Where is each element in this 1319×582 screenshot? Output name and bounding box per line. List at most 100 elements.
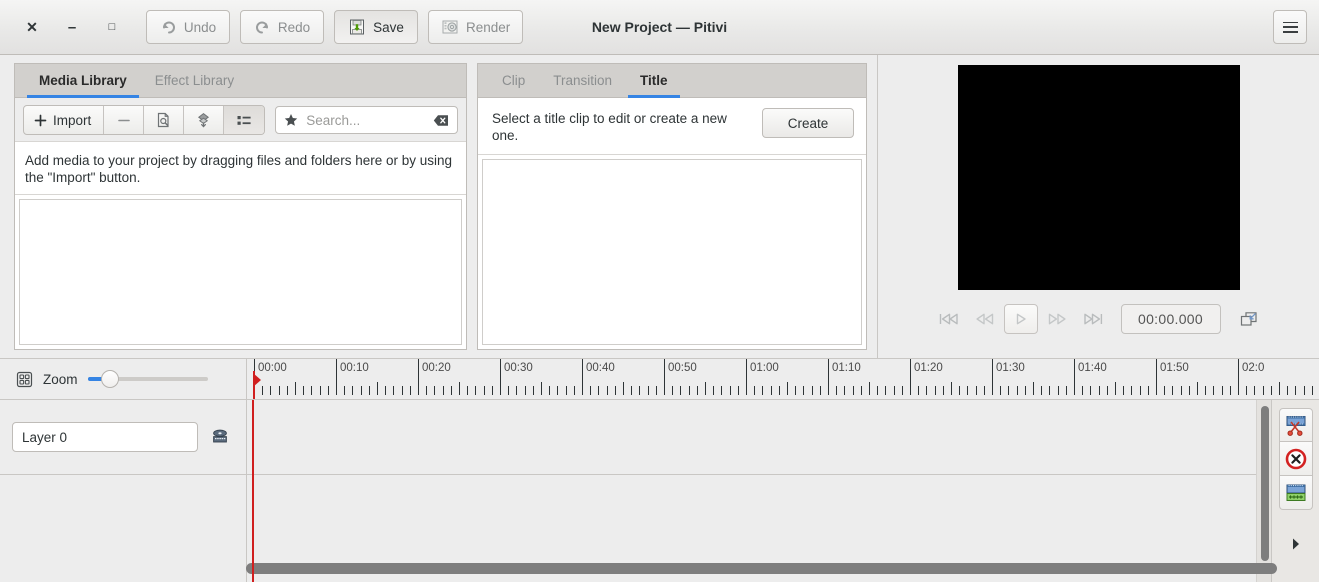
ruler-tick-label: 00:40 <box>586 362 615 374</box>
redo-button[interactable]: Redo <box>240 10 324 44</box>
window-minimize-button[interactable]: – <box>52 12 92 42</box>
play-button[interactable] <box>1003 304 1038 334</box>
rewind-button[interactable] <box>968 304 1002 334</box>
ruler-minor-tick <box>860 386 862 395</box>
render-button[interactable]: Render <box>428 10 524 44</box>
ruler-minor-tick <box>614 386 616 395</box>
timeline-horizontal-scrollbar[interactable] <box>246 563 1277 574</box>
group-icon <box>1284 482 1308 504</box>
ruler-minor-tick <box>549 386 551 395</box>
ruler-tick-label: 01:20 <box>914 362 943 374</box>
view-mode-button[interactable] <box>224 106 265 134</box>
undock-viewer-button[interactable] <box>1232 304 1266 334</box>
viewer-screen[interactable] <box>957 65 1240 290</box>
ruler-minor-tick <box>459 382 460 395</box>
search-box[interactable]: Search... <box>275 106 458 134</box>
ruler-major-tick <box>828 359 829 395</box>
ruler-tick-label: 00:20 <box>422 362 451 374</box>
tab-transition[interactable]: Transition <box>539 64 626 97</box>
skip-to-start-icon <box>938 312 960 326</box>
skip-to-end-button[interactable] <box>1076 304 1110 334</box>
fast-forward-button[interactable] <box>1040 304 1074 334</box>
tab-title[interactable]: Title <box>626 64 682 98</box>
ruler-minor-tick <box>1016 386 1018 395</box>
timeline-toolbar-row: Zoom 00:00 00:10 00:20 00:30 00:40 00:50 01:00… <box>0 359 1319 399</box>
save-button[interactable]: Save <box>334 10 418 44</box>
ruler-minor-tick <box>516 386 518 395</box>
close-icon: ✕ <box>26 19 38 35</box>
ruler-minor-tick <box>295 382 296 395</box>
import-button[interactable]: Import <box>24 106 105 134</box>
layer-name-input[interactable]: Layer 0 <box>12 422 198 452</box>
timeline-body: Layer 0 <box>0 399 1319 582</box>
ruler-tick-label: 01:00 <box>750 362 779 374</box>
media-library-drop-area[interactable] <box>19 199 462 345</box>
insert-at-end-button[interactable] <box>184 106 225 134</box>
title-editor-header: Select a title clip to edit or create a … <box>478 98 866 155</box>
ruler-minor-tick <box>1147 386 1149 395</box>
ruler-minor-tick <box>491 386 493 395</box>
zoom-slider[interactable] <box>87 370 208 388</box>
ruler-minor-tick <box>508 386 510 395</box>
skip-to-start-button[interactable] <box>932 304 966 334</box>
ruler-major-tick <box>1238 359 1239 395</box>
search-input[interactable]: Search... <box>306 113 425 128</box>
ruler-major-tick <box>1074 359 1075 395</box>
playhead[interactable] <box>252 400 254 582</box>
ruler-minor-tick <box>450 386 452 395</box>
ruler-minor-tick <box>975 386 977 395</box>
ruler-minor-tick <box>532 386 534 395</box>
ruler-minor-tick <box>590 386 592 395</box>
ruler-minor-tick <box>1082 386 1084 395</box>
tab-clip-label: Clip <box>502 73 526 88</box>
clip-properties-button[interactable] <box>144 106 185 134</box>
title-editor-area[interactable] <box>482 159 862 345</box>
timeline-vertical-scrollbar[interactable] <box>1256 400 1271 582</box>
playhead-handle[interactable] <box>253 373 261 387</box>
viewer-timecode[interactable]: 00:00.000 <box>1120 304 1221 334</box>
timeline-expander-button[interactable] <box>1289 536 1303 552</box>
star-icon <box>284 113 298 127</box>
ruler-minor-tick <box>319 386 321 395</box>
ruler-minor-tick <box>1287 386 1289 395</box>
ruler-minor-tick <box>1279 382 1280 395</box>
split-clip-button[interactable] <box>1278 408 1313 442</box>
group-clips-button[interactable] <box>1278 476 1313 510</box>
timeline-horizontal-scroll-thumb[interactable] <box>246 563 1277 574</box>
timeline-ruler[interactable]: 00:00 00:10 00:20 00:30 00:40 00:50 01:00 01:10… <box>246 359 1319 399</box>
timeline-tracks[interactable] <box>246 400 1271 582</box>
ruler-minor-tick <box>762 386 764 395</box>
ruler-minor-tick <box>393 386 395 395</box>
skip-to-end-icon <box>1082 312 1104 326</box>
tab-effect-library[interactable]: Effect Library <box>141 64 248 97</box>
delete-clip-button[interactable] <box>1278 442 1313 476</box>
ruler-minor-tick <box>705 382 706 395</box>
remove-clip-button[interactable] <box>104 106 145 134</box>
window-maximize-button[interactable]: □ <box>92 12 132 42</box>
zoom-fit-icon[interactable] <box>16 371 33 388</box>
clear-search-icon[interactable] <box>433 114 449 127</box>
main-menu-button[interactable] <box>1273 10 1307 44</box>
ruler-minor-tick <box>483 386 485 395</box>
tab-media-library[interactable]: Media Library <box>25 64 141 98</box>
window-close-button[interactable]: ✕ <box>12 12 52 42</box>
ruler-minor-tick <box>811 386 813 395</box>
ruler-minor-tick <box>524 386 526 395</box>
layer-menu-icon[interactable] <box>210 428 230 446</box>
split-icon <box>1284 413 1308 437</box>
ruler-minor-tick <box>655 386 657 395</box>
ruler-tick-label: 00:00 <box>258 362 287 374</box>
minus-icon <box>117 114 131 127</box>
undo-button[interactable]: Undo <box>146 10 230 44</box>
ruler-minor-tick <box>541 382 542 395</box>
timeline-vertical-scroll-thumb[interactable] <box>1261 406 1269 561</box>
track-row-0[interactable] <box>247 400 1271 475</box>
zoom-slider-knob[interactable] <box>100 370 119 388</box>
tab-clip[interactable]: Clip <box>488 64 539 97</box>
ruler-minor-tick <box>836 386 838 395</box>
ruler-minor-tick <box>270 386 272 395</box>
pitivi-window: ✕ – □ Undo Redo Save Render New Project … <box>0 0 1319 582</box>
create-title-button[interactable]: Create <box>762 108 854 138</box>
ruler-major-tick <box>336 359 337 395</box>
ruler-minor-tick <box>819 386 821 395</box>
